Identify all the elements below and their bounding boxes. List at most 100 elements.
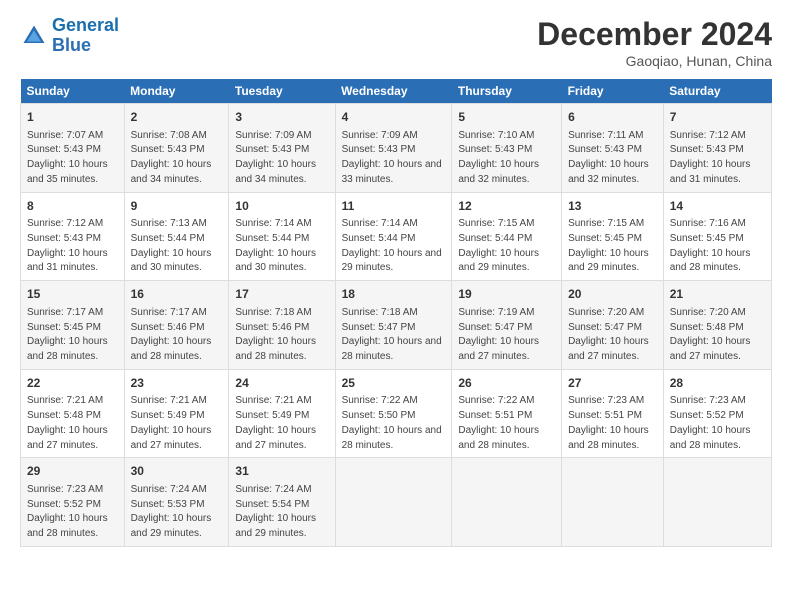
calendar-day-cell: 6 Sunrise: 7:11 AMSunset: 5:43 PMDaylight… [562,104,664,193]
calendar-day-cell: 17Sunrise: 7:18 AMSunset: 5:46 PMDayligh… [229,281,335,370]
calendar-day-cell: 19Sunrise: 7:19 AMSunset: 5:47 PMDayligh… [452,281,562,370]
calendar-day-cell: 15 Sunrise: 7:17 AMSunset: 5:45 PMDayligh… [21,281,125,370]
day-number: 22 [27,375,118,392]
day-number: 13 [568,198,657,215]
calendar-day-cell: 31 Sunrise: 7:24 AMSunset: 5:54 PMDayligh… [229,458,335,547]
logo-text: General Blue [52,16,119,56]
day-info: Sunrise: 7:14 AMSunset: 5:44 PMDaylight:… [235,218,316,273]
day-number: 11 [342,198,446,215]
calendar-day-cell: 5 Sunrise: 7:10 AMSunset: 5:43 PMDaylight… [452,104,562,193]
day-number: 9 [131,198,223,215]
header-tuesday: Tuesday [229,79,335,104]
day-info: Sunrise: 7:22 AMSunset: 5:51 PMDaylight:… [458,395,539,450]
day-info: Sunrise: 7:09 AMSunset: 5:43 PMDaylight:… [235,130,316,185]
calendar-day-cell: 7 Sunrise: 7:12 AMSunset: 5:43 PMDaylight… [663,104,771,193]
header-friday: Friday [562,79,664,104]
day-number: 21 [670,286,765,303]
day-info: Sunrise: 7:13 AMSunset: 5:44 PMDaylight:… [131,218,212,273]
calendar-day-cell: 26 Sunrise: 7:22 AMSunset: 5:51 PMDayligh… [452,369,562,458]
day-number: 7 [670,109,765,126]
day-info: Sunrise: 7:21 AMSunset: 5:49 PMDaylight:… [131,395,212,450]
calendar-day-cell: 21Sunrise: 7:20 AMSunset: 5:48 PMDayligh… [663,281,771,370]
day-info: Sunrise: 7:21 AMSunset: 5:49 PMDaylight:… [235,395,316,450]
day-info: Sunrise: 7:11 AMSunset: 5:43 PMDaylight:… [568,130,649,185]
day-number: 14 [670,198,765,215]
day-info: Sunrise: 7:15 AMSunset: 5:44 PMDaylight:… [458,218,539,273]
day-info: Sunrise: 7:12 AMSunset: 5:43 PMDaylight:… [670,130,751,185]
calendar-day-cell [562,458,664,547]
header-monday: Monday [124,79,229,104]
calendar-table: Sunday Monday Tuesday Wednesday Thursday… [20,79,772,547]
calendar-week-row: 1 Sunrise: 7:07 AMSunset: 5:43 PMDaylight… [21,104,772,193]
day-number: 18 [342,286,446,303]
header-wednesday: Wednesday [335,79,452,104]
day-number: 17 [235,286,328,303]
day-number: 5 [458,109,555,126]
day-number: 15 [27,286,118,303]
calendar-day-cell: 1 Sunrise: 7:07 AMSunset: 5:43 PMDaylight… [21,104,125,193]
calendar-day-cell: 14 Sunrise: 7:16 AMSunset: 5:45 PMDayligh… [663,192,771,281]
header-saturday: Saturday [663,79,771,104]
day-number: 25 [342,375,446,392]
calendar-day-cell: 27 Sunrise: 7:23 AMSunset: 5:51 PMDayligh… [562,369,664,458]
day-number: 20 [568,286,657,303]
day-info: Sunrise: 7:17 AMSunset: 5:46 PMDaylight:… [131,307,212,362]
day-number: 1 [27,109,118,126]
day-info: Sunrise: 7:16 AMSunset: 5:45 PMDaylight:… [670,218,751,273]
calendar-day-cell: 9 Sunrise: 7:13 AMSunset: 5:44 PMDaylight… [124,192,229,281]
day-info: Sunrise: 7:17 AMSunset: 5:45 PMDaylight:… [27,307,108,362]
day-info: Sunrise: 7:23 AMSunset: 5:51 PMDaylight:… [568,395,649,450]
day-info: Sunrise: 7:10 AMSunset: 5:43 PMDaylight:… [458,130,539,185]
day-number: 31 [235,463,328,480]
header-thursday: Thursday [452,79,562,104]
calendar-day-cell [663,458,771,547]
day-number: 27 [568,375,657,392]
day-number: 2 [131,109,223,126]
calendar-day-cell: 20 Sunrise: 7:20 AMSunset: 5:47 PMDayligh… [562,281,664,370]
calendar-day-cell: 11 Sunrise: 7:14 AMSunset: 5:44 PMDayligh… [335,192,452,281]
calendar-week-row: 29Sunrise: 7:23 AMSunset: 5:52 PMDayligh… [21,458,772,547]
day-info: Sunrise: 7:21 AMSunset: 5:48 PMDaylight:… [27,395,108,450]
day-info: Sunrise: 7:20 AMSunset: 5:47 PMDaylight:… [568,307,649,362]
day-number: 12 [458,198,555,215]
day-number: 3 [235,109,328,126]
page-container: General Blue December 2024 Gaoqiao, Huna… [0,0,792,557]
calendar-day-cell: 29Sunrise: 7:23 AMSunset: 5:52 PMDayligh… [21,458,125,547]
day-info: Sunrise: 7:19 AMSunset: 5:47 PMDaylight:… [458,307,539,362]
calendar-week-row: 15 Sunrise: 7:17 AMSunset: 5:45 PMDayligh… [21,281,772,370]
calendar-day-cell [452,458,562,547]
day-info: Sunrise: 7:14 AMSunset: 5:44 PMDaylight:… [342,218,442,273]
calendar-day-cell: 12 Sunrise: 7:15 AMSunset: 5:44 PMDayligh… [452,192,562,281]
calendar-day-cell: 8 Sunrise: 7:12 AMSunset: 5:43 PMDaylight… [21,192,125,281]
calendar-day-cell: 4 Sunrise: 7:09 AMSunset: 5:43 PMDaylight… [335,104,452,193]
day-info: Sunrise: 7:12 AMSunset: 5:43 PMDaylight:… [27,218,108,273]
day-number: 28 [670,375,765,392]
day-info: Sunrise: 7:09 AMSunset: 5:43 PMDaylight:… [342,130,442,185]
calendar-day-cell: 30Sunrise: 7:24 AMSunset: 5:53 PMDayligh… [124,458,229,547]
day-number: 4 [342,109,446,126]
header-sunday: Sunday [21,79,125,104]
day-info: Sunrise: 7:24 AMSunset: 5:54 PMDaylight:… [235,484,316,539]
day-number: 6 [568,109,657,126]
calendar-day-cell: 13Sunrise: 7:15 AMSunset: 5:45 PMDayligh… [562,192,664,281]
calendar-day-cell: 2Sunrise: 7:08 AMSunset: 5:43 PMDaylight… [124,104,229,193]
calendar-title: December 2024 [537,16,772,53]
day-number: 26 [458,375,555,392]
day-header-row: Sunday Monday Tuesday Wednesday Thursday… [21,79,772,104]
day-info: Sunrise: 7:23 AMSunset: 5:52 PMDaylight:… [27,484,108,539]
calendar-week-row: 22 Sunrise: 7:21 AMSunset: 5:48 PMDayligh… [21,369,772,458]
day-number: 24 [235,375,328,392]
title-section: December 2024 Gaoqiao, Hunan, China [537,16,772,69]
calendar-day-cell: 10Sunrise: 7:14 AMSunset: 5:44 PMDayligh… [229,192,335,281]
calendar-subtitle: Gaoqiao, Hunan, China [537,53,772,69]
calendar-day-cell [335,458,452,547]
calendar-week-row: 8 Sunrise: 7:12 AMSunset: 5:43 PMDaylight… [21,192,772,281]
calendar-day-cell: 22 Sunrise: 7:21 AMSunset: 5:48 PMDayligh… [21,369,125,458]
day-info: Sunrise: 7:24 AMSunset: 5:53 PMDaylight:… [131,484,212,539]
day-number: 16 [131,286,223,303]
day-info: Sunrise: 7:07 AMSunset: 5:43 PMDaylight:… [27,130,108,185]
day-info: Sunrise: 7:22 AMSunset: 5:50 PMDaylight:… [342,395,442,450]
day-number: 8 [27,198,118,215]
calendar-day-cell: 3 Sunrise: 7:09 AMSunset: 5:43 PMDaylight… [229,104,335,193]
day-info: Sunrise: 7:23 AMSunset: 5:52 PMDaylight:… [670,395,751,450]
